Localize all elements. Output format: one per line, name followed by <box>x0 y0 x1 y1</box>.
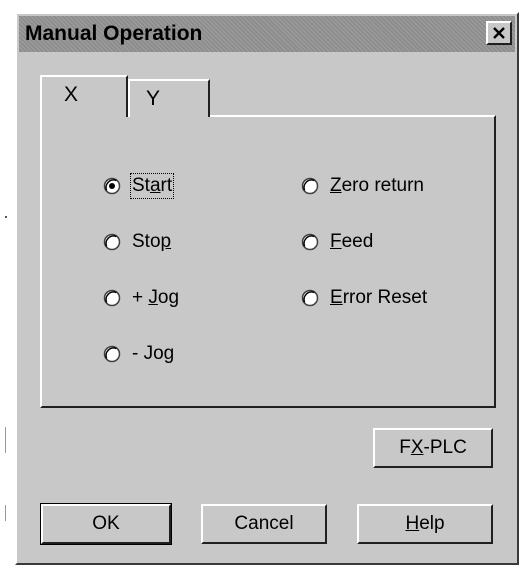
radio-start-label: Start <box>129 173 175 199</box>
fx-plc-button[interactable]: FX-PLC <box>373 428 493 468</box>
radio-zero-return-label: Zero return <box>330 175 424 196</box>
window-title: Manual Operation <box>25 22 203 45</box>
radio-unchecked-icon <box>103 233 121 251</box>
radio-plus-jog[interactable]: + Jog <box>103 286 179 310</box>
manual-operation-dialog: Manual Operation X Y Start Stop + Jog - … <box>15 12 519 565</box>
fx-plc-button-label: FX-PLC <box>399 437 467 458</box>
radio-unchecked-icon <box>301 289 319 307</box>
tab-y[interactable]: Y <box>128 79 210 117</box>
radio-stop-label: Stop <box>132 231 172 252</box>
radio-zero-return[interactable]: Zero return <box>301 174 424 198</box>
help-button-label: Help <box>405 513 445 534</box>
radio-stop[interactable]: Stop <box>103 230 171 254</box>
close-icon <box>493 27 505 39</box>
radio-minus-jog[interactable]: - Jog <box>103 342 174 366</box>
ok-button[interactable]: OK <box>40 503 172 545</box>
help-button[interactable]: Help <box>357 504 493 544</box>
title-bar[interactable]: Manual Operation <box>19 16 515 52</box>
radio-error-reset-label: Error Reset <box>330 287 428 308</box>
close-button[interactable] <box>486 21 512 45</box>
left-edge-marks <box>0 0 12 567</box>
radio-plus-jog-label: + Jog <box>132 287 180 308</box>
radio-feed[interactable]: Feed <box>301 230 373 254</box>
tab-x-label: X <box>64 83 79 106</box>
tab-panel-x: Start Stop + Jog - Jog Zero return Feed … <box>40 115 496 408</box>
tab-y-label: Y <box>146 87 161 110</box>
radio-checked-icon <box>103 177 121 195</box>
tab-x[interactable]: X <box>40 75 128 117</box>
radio-feed-label: Feed <box>330 231 374 252</box>
radio-unchecked-icon <box>301 177 319 195</box>
ok-button-label: OK <box>92 513 120 534</box>
radio-unchecked-icon <box>103 289 121 307</box>
radio-unchecked-icon <box>103 345 121 363</box>
radio-start[interactable]: Start <box>103 173 175 199</box>
cancel-button[interactable]: Cancel <box>201 504 327 544</box>
cancel-button-label: Cancel <box>234 513 294 534</box>
radio-error-reset[interactable]: Error Reset <box>301 286 427 310</box>
radio-minus-jog-label: - Jog <box>132 343 175 364</box>
radio-unchecked-icon <box>301 233 319 251</box>
